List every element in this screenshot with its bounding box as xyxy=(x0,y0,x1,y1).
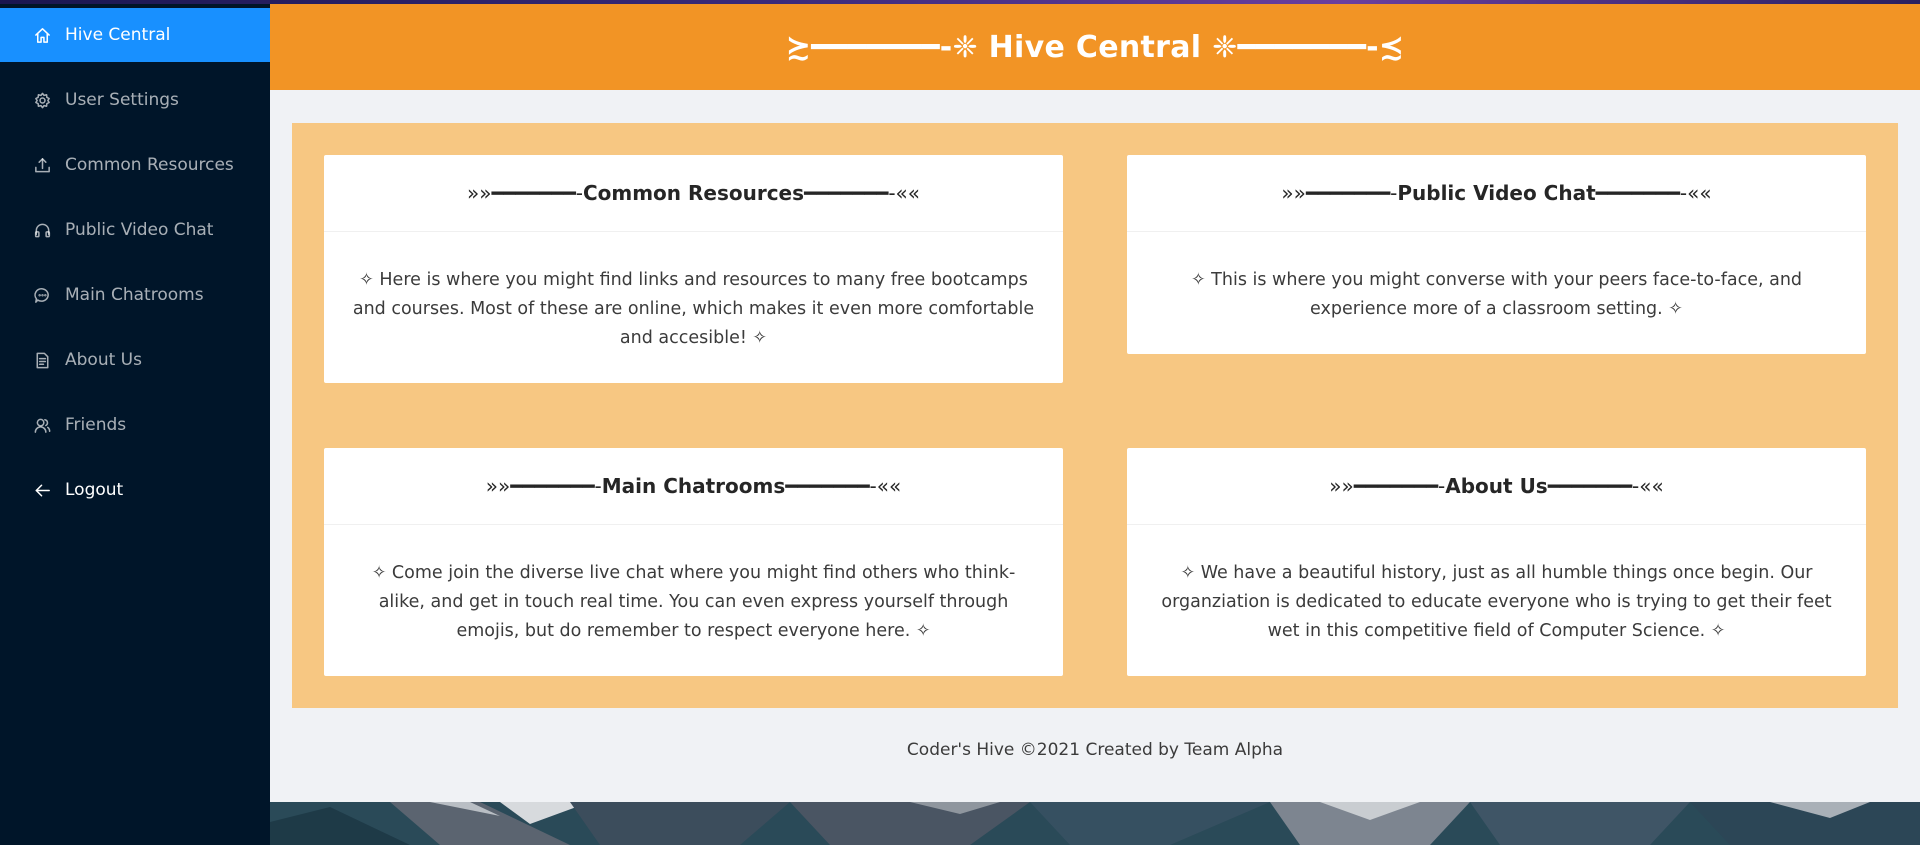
card-decoration-right: ━━━━━━━-«« xyxy=(785,474,902,498)
card-header: »»━━━━━━━- Main Chatrooms ━━━━━━━-«« xyxy=(324,448,1063,525)
sidebar-item-label: Friends xyxy=(65,415,127,435)
card-decoration-right: ━━━━━━━-«« xyxy=(1595,181,1712,205)
sidebar-item-label: Logout xyxy=(65,480,124,500)
card-title: Common Resources xyxy=(582,181,805,205)
card-body: ✧ This is where you might converse with … xyxy=(1190,270,1803,319)
card-title: Public Video Chat xyxy=(1397,181,1596,205)
sidebar-item-common-resources[interactable]: Common Resources xyxy=(0,138,270,192)
card-body: ✧ We have a beautiful history, just as a… xyxy=(1161,563,1832,641)
mountain-backdrop xyxy=(270,802,1920,845)
card-header: »»━━━━━━━- About Us ━━━━━━━-«« xyxy=(1127,448,1866,525)
sidebar-item-logout[interactable]: Logout xyxy=(0,463,270,517)
document-icon xyxy=(32,350,52,370)
card-common-resources: »»━━━━━━━- Common Resources ━━━━━━━-«« ✧… xyxy=(324,155,1063,383)
sidebar-item-about-us[interactable]: About Us xyxy=(0,333,270,387)
card-decoration-right: ━━━━━━━-«« xyxy=(804,181,921,205)
chat-icon xyxy=(32,285,52,305)
users-icon xyxy=(32,415,52,435)
card-decoration-left: »»━━━━━━━- xyxy=(1281,181,1398,205)
sidebar-item-label: Public Video Chat xyxy=(65,220,214,240)
card-body: ✧ Come join the diverse live chat where … xyxy=(371,563,1016,641)
sidebar-item-label: Main Chatrooms xyxy=(65,285,204,305)
top-accent-strip xyxy=(0,0,1920,4)
page-title: ≿━━━━━━━-❈ Hive Central ❈━━━━━━━-≾ xyxy=(785,29,1405,65)
sidebar-item-public-video-chat[interactable]: Public Video Chat xyxy=(0,203,270,257)
home-icon xyxy=(32,25,52,45)
sidebar-item-label: Hive Central xyxy=(65,25,171,45)
sidebar-item-label: User Settings xyxy=(65,90,179,110)
card-body: ✧ Here is where you might find links and… xyxy=(352,270,1035,348)
footer-text: Coder's Hive ©2021 Created by Team Alpha xyxy=(906,740,1284,760)
card-title: About Us xyxy=(1445,474,1548,498)
sidebar: Hive Central User Settings Common Resour… xyxy=(0,0,270,845)
cards-panel: »»━━━━━━━- Common Resources ━━━━━━━-«« ✧… xyxy=(292,123,1898,708)
card-public-video-chat: »»━━━━━━━- Public Video Chat ━━━━━━━-«« … xyxy=(1127,155,1866,354)
sidebar-item-user-settings[interactable]: User Settings xyxy=(0,73,270,127)
card-main-chatrooms: »»━━━━━━━- Main Chatrooms ━━━━━━━-«« ✧ C… xyxy=(324,448,1063,676)
gear-icon xyxy=(32,90,52,110)
card-title: Main Chatrooms xyxy=(601,474,786,498)
card-decoration-left: »»━━━━━━━- xyxy=(485,474,602,498)
sidebar-item-label: Common Resources xyxy=(65,155,234,175)
sidebar-item-main-chatrooms[interactable]: Main Chatrooms xyxy=(0,268,270,322)
sidebar-item-friends[interactable]: Friends xyxy=(0,398,270,452)
card-about-us: »»━━━━━━━- About Us ━━━━━━━-«« ✧ We have… xyxy=(1127,448,1866,676)
main-content: ≿━━━━━━━-❈ Hive Central ❈━━━━━━━-≾ »»━━━… xyxy=(270,0,1920,802)
headphones-icon xyxy=(32,220,52,240)
card-header: »»━━━━━━━- Public Video Chat ━━━━━━━-«« xyxy=(1127,155,1866,232)
mountain-illustration xyxy=(270,802,1920,845)
sidebar-item-label: About Us xyxy=(65,350,142,370)
card-decoration-left: »»━━━━━━━- xyxy=(1329,474,1446,498)
page-header: ≿━━━━━━━-❈ Hive Central ❈━━━━━━━-≾ xyxy=(270,0,1920,90)
upload-icon xyxy=(32,155,52,175)
card-decoration-left: »»━━━━━━━- xyxy=(466,181,583,205)
sidebar-item-hive-central[interactable]: Hive Central xyxy=(0,8,270,62)
card-decoration-right: ━━━━━━━-«« xyxy=(1547,474,1664,498)
arrow-left-icon xyxy=(32,480,52,500)
card-header: »»━━━━━━━- Common Resources ━━━━━━━-«« xyxy=(324,155,1063,232)
